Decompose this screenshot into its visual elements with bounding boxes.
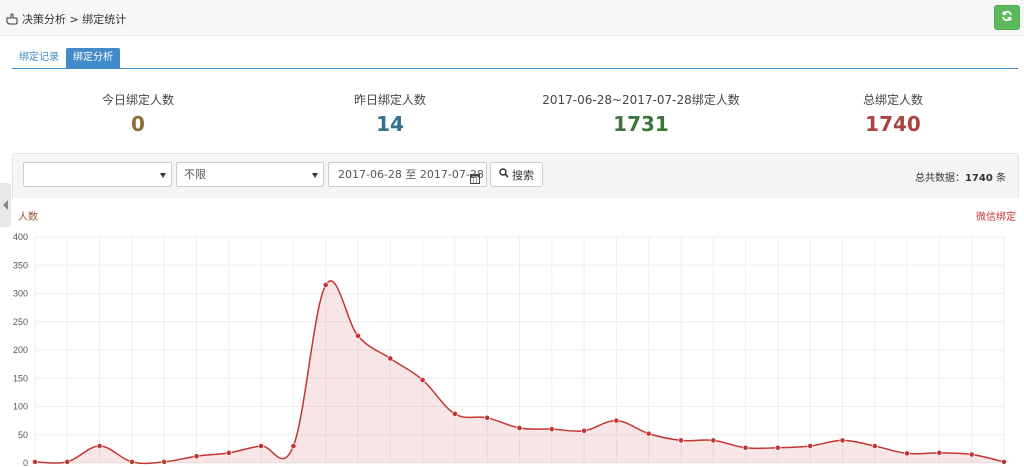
breadcrumb-text: 决策分析 > 绑定统计	[22, 13, 127, 26]
data-point	[678, 437, 684, 444]
data-point	[355, 332, 361, 339]
data-point	[484, 414, 491, 421]
data-point	[161, 458, 168, 465]
y-tick-label: 0	[23, 458, 28, 467]
breadcrumb: 决策分析 > 绑定统计	[6, 11, 126, 27]
data-point	[936, 449, 943, 456]
data-point	[548, 426, 555, 432]
data-point	[516, 425, 523, 431]
y-tick-label: 350	[13, 260, 28, 270]
refresh-button[interactable]	[994, 5, 1020, 30]
stat-value: 14	[376, 112, 404, 136]
y-tick-label: 250	[13, 317, 28, 327]
total-count: 总共数据：1740 条	[915, 169, 1006, 184]
caret-down-icon	[312, 173, 318, 178]
data-point	[613, 417, 620, 424]
data-point	[451, 410, 458, 417]
data-point	[871, 443, 878, 449]
stat-label: 昨日绑定人数	[353, 93, 426, 107]
data-point	[968, 451, 975, 458]
data-point	[742, 444, 749, 451]
stat-label: 总绑定人数	[862, 93, 923, 107]
stat-yesterday: 昨日绑定人数 14	[270, 92, 510, 137]
tab-bind-analysis[interactable]: 绑定分析	[66, 48, 120, 68]
data-point	[807, 443, 814, 449]
tab-bind-records[interactable]: 绑定记录	[12, 48, 66, 68]
tab-bar: 绑定记录 绑定分析	[12, 48, 1018, 69]
stat-total: 总绑定人数 1740	[773, 92, 1013, 137]
data-point	[258, 443, 264, 449]
stat-value: 1740	[865, 112, 921, 136]
data-point	[322, 282, 329, 288]
total-value: 1740	[964, 173, 993, 184]
data-point	[839, 437, 846, 444]
select-value: 不限	[184, 168, 206, 181]
data-point	[419, 377, 426, 383]
stat-today: 今日绑定人数 0	[18, 92, 258, 137]
filter-bar: 不限 2017-06-28 至 2017-07-28 搜索 总共数据：1740 …	[12, 153, 1019, 198]
data-point	[128, 458, 135, 465]
hand-pointer-icon	[6, 13, 18, 25]
data-point	[225, 449, 232, 456]
line-chart: 0 50 100 150 200 250 300 350 400	[13, 232, 1007, 467]
y-tick-label: 400	[13, 232, 28, 242]
data-point	[1001, 458, 1007, 465]
data-point	[32, 458, 38, 465]
data-point	[387, 355, 394, 362]
y-tick-label: 150	[13, 373, 28, 383]
stat-value: 1731	[613, 112, 669, 136]
caret-down-icon	[160, 173, 166, 178]
data-point	[64, 458, 71, 465]
stat-value: 0	[131, 112, 145, 136]
y-tick-label: 50	[18, 430, 28, 440]
search-label: 搜索	[512, 168, 534, 182]
refresh-icon	[1001, 10, 1013, 25]
total-label: 总共数据：	[914, 173, 965, 184]
stat-period: 2017-06-28~2017-07-28绑定人数 1731	[521, 92, 761, 137]
calendar-icon	[470, 169, 480, 184]
y-tick-label: 300	[13, 289, 28, 299]
y-tick-label: 200	[13, 345, 28, 355]
date-range-input[interactable]: 2017-06-28 至 2017-07-28	[328, 162, 487, 187]
data-point	[581, 427, 587, 434]
data-point	[710, 437, 717, 444]
data-point	[904, 450, 910, 457]
y-tick-label: 100	[13, 402, 28, 412]
data-point	[645, 430, 652, 437]
search-button[interactable]: 搜索	[490, 162, 543, 187]
stat-label: 2017-06-28~2017-07-28绑定人数	[542, 93, 740, 107]
chart-area: 人数 微信绑定 0 50 100 150 200 250 300 350 400	[0, 199, 1024, 467]
data-point	[96, 443, 103, 449]
data-point	[193, 453, 200, 460]
top-bar: 决策分析 > 绑定统计	[0, 0, 1024, 36]
filter-select-2[interactable]: 不限	[176, 162, 324, 187]
date-range-value: 2017-06-28 至 2017-07-28	[338, 168, 484, 181]
stat-label: 今日绑定人数	[101, 93, 174, 107]
stats-panel: 今日绑定人数 0 昨日绑定人数 14 2017-06-28~2017-07-28…	[0, 92, 1024, 142]
total-unit: 条	[992, 173, 1006, 184]
search-icon	[499, 168, 509, 181]
data-point	[290, 443, 297, 449]
filter-select-1[interactable]	[23, 162, 172, 187]
data-point	[775, 444, 781, 451]
